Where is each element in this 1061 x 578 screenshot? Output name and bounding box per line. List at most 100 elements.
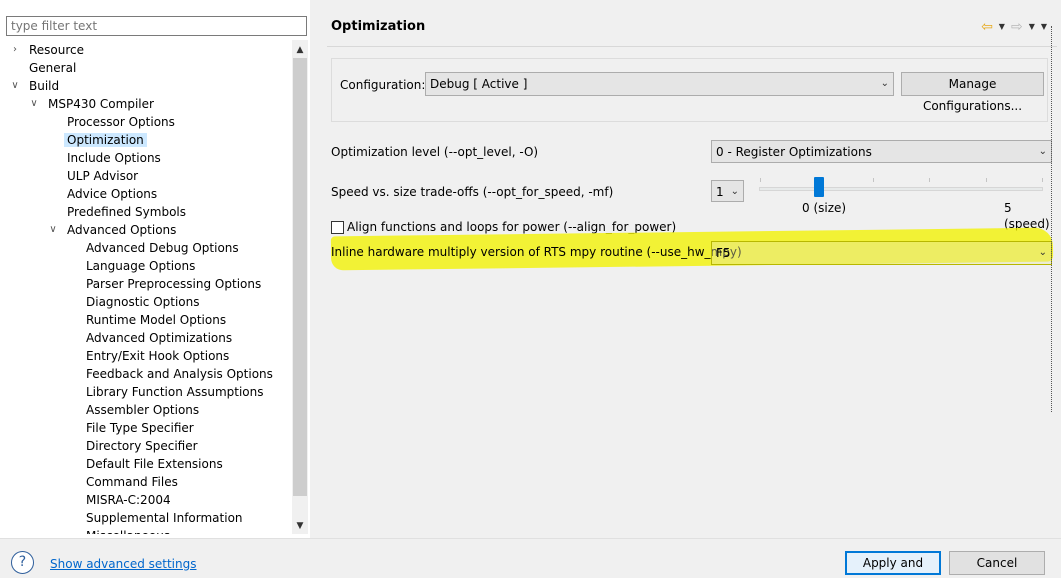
tree-item-label: File Type Specifier bbox=[86, 421, 194, 435]
chevron-down-icon: ⌄ bbox=[1038, 146, 1047, 157]
help-icon[interactable]: ? bbox=[11, 551, 34, 574]
tree-item[interactable]: Assembler Options bbox=[83, 401, 202, 419]
tree-item[interactable]: File Type Specifier bbox=[83, 419, 197, 437]
speed-tradeoff-select[interactable]: 1 ⌄ bbox=[711, 180, 744, 202]
tree-item[interactable]: ∨ MSP430 Compiler bbox=[30, 95, 157, 113]
tree-item-label: Command Files bbox=[86, 475, 178, 489]
hw-mpy-label: Inline hardware multiply version of RTS … bbox=[331, 245, 742, 259]
tree-item-label: Feedback and Analysis Options bbox=[86, 367, 273, 381]
slider-tick bbox=[986, 178, 987, 182]
chevron-down-icon: ⌄ bbox=[880, 78, 889, 89]
chevron-right-icon[interactable]: › bbox=[9, 41, 21, 59]
scroll-up-icon[interactable]: ▲ bbox=[292, 42, 308, 58]
window-edge bbox=[1051, 26, 1054, 412]
optimization-level-select[interactable]: 0 - Register Optimizations ⌄ bbox=[711, 140, 1052, 163]
tree-item-label: Advanced Optimizations bbox=[86, 331, 233, 345]
configuration-group: Configuration: Debug [ Active ] ⌄ Manage… bbox=[331, 58, 1048, 122]
tree-item[interactable]: Command Files bbox=[83, 473, 181, 491]
chevron-down-icon[interactable]: ∨ bbox=[47, 221, 59, 239]
tree-item-label: MISRA-C:2004 bbox=[86, 493, 171, 507]
forward-arrow-icon[interactable]: ⇨ bbox=[1011, 19, 1023, 35]
tree-item-label: Optimization bbox=[64, 133, 147, 147]
chevron-down-icon[interactable]: ∨ bbox=[28, 95, 40, 113]
filter-input[interactable] bbox=[6, 16, 307, 36]
tree-item[interactable]: Parser Preprocessing Options bbox=[83, 275, 264, 293]
chevron-down-icon[interactable]: ∨ bbox=[9, 77, 21, 95]
tree-item[interactable]: Miscellaneous bbox=[83, 527, 173, 534]
tree-item-label: Parser Preprocessing Options bbox=[86, 277, 262, 291]
tree-item[interactable]: Processor Options bbox=[64, 113, 178, 131]
tree-item-label: Processor Options bbox=[67, 115, 175, 129]
tree-item-label: General bbox=[29, 61, 77, 75]
settings-page: Optimization ⇦ ▼ ⇨ ▼ ▼ Configuration: De… bbox=[318, 0, 1061, 538]
tree-item[interactable]: Directory Specifier bbox=[83, 437, 201, 455]
configuration-value: Debug [ Active ] bbox=[430, 77, 528, 91]
tree-item-label: ULP Advisor bbox=[67, 169, 139, 183]
tree-item-label: Build bbox=[29, 79, 60, 93]
tree-item-label: Default File Extensions bbox=[86, 457, 223, 471]
slider-tick bbox=[873, 178, 874, 182]
manage-configurations-button[interactable]: Manage Configurations... bbox=[901, 72, 1044, 113]
preferences-tree-pane: ›ResourceGeneral∨Build∨MSP430 CompilerPr… bbox=[0, 0, 310, 538]
pane-divider[interactable] bbox=[310, 0, 318, 538]
page-title: Optimization bbox=[331, 19, 426, 34]
tree-item[interactable]: Advanced Debug Options bbox=[83, 239, 242, 257]
chevron-down-icon: ⌄ bbox=[1038, 247, 1047, 258]
tree-item[interactable]: Advanced Optimizations bbox=[83, 329, 235, 347]
tree-item[interactable]: Feedback and Analysis Options bbox=[83, 365, 276, 383]
dialog-button-bar: ? Show advanced settings Apply and Close… bbox=[0, 538, 1061, 578]
back-arrow-icon[interactable]: ⇦ bbox=[981, 19, 993, 35]
tree-item-label: Assembler Options bbox=[86, 403, 200, 417]
tree-item[interactable]: Advice Options bbox=[64, 185, 160, 203]
tree-item[interactable]: Language Options bbox=[83, 257, 198, 275]
optimization-level-label: Optimization level (--opt_level, -O) bbox=[331, 145, 539, 159]
tree-item[interactable]: ∨ Build bbox=[11, 77, 62, 95]
tree-item-label: Supplemental Information bbox=[86, 511, 243, 525]
configuration-select[interactable]: Debug [ Active ] ⌄ bbox=[425, 72, 894, 96]
tree-item[interactable]: Optimization bbox=[64, 131, 147, 149]
apply-and-close-button[interactable]: Apply and Close bbox=[845, 551, 941, 575]
tree-item[interactable]: Include Options bbox=[64, 149, 164, 167]
tree-item-label: Advanced Debug Options bbox=[86, 241, 239, 255]
tree-item-label: Language Options bbox=[86, 259, 196, 273]
forward-dropdown-icon[interactable]: ▼ bbox=[1029, 19, 1035, 35]
slider-thumb[interactable] bbox=[814, 177, 824, 197]
tree-item[interactable]: Runtime Model Options bbox=[83, 311, 229, 329]
tree-item[interactable]: Supplemental Information bbox=[83, 509, 246, 527]
tree-item-label: MSP430 Compiler bbox=[48, 97, 154, 111]
tree-item[interactable]: MISRA-C:2004 bbox=[83, 491, 174, 509]
tree-item-label: Library Function Assumptions bbox=[86, 385, 264, 399]
slider-tick bbox=[1042, 178, 1043, 182]
configuration-label: Configuration: bbox=[340, 78, 426, 92]
slider-track bbox=[759, 178, 1043, 191]
tree-item[interactable]: Default File Extensions bbox=[83, 455, 226, 473]
slider-tick bbox=[760, 178, 761, 182]
tree-item[interactable]: Predefined Symbols bbox=[64, 203, 189, 221]
view-menu-icon[interactable]: ▼ bbox=[1041, 19, 1047, 35]
back-dropdown-icon[interactable]: ▼ bbox=[999, 19, 1005, 35]
tree-item-label: Diagnostic Options bbox=[86, 295, 200, 309]
tree-item-label: Resource bbox=[29, 43, 85, 57]
tree-item[interactable]: ULP Advisor bbox=[64, 167, 141, 185]
tree-item[interactable]: Diagnostic Options bbox=[83, 293, 203, 311]
tree-item[interactable]: Library Function Assumptions bbox=[83, 383, 267, 401]
tree-item[interactable]: Entry/Exit Hook Options bbox=[83, 347, 232, 365]
slider-min-label: 0 (size) bbox=[802, 201, 847, 215]
show-advanced-settings-link[interactable]: Show advanced settings bbox=[50, 556, 197, 572]
scroll-down-icon[interactable]: ▼ bbox=[292, 518, 308, 534]
tree-item-label: Include Options bbox=[67, 151, 161, 165]
hw-mpy-select[interactable]: F5 ⌄ bbox=[711, 241, 1052, 265]
scrollbar-thumb[interactable] bbox=[293, 58, 307, 496]
tree-item[interactable]: General bbox=[26, 59, 79, 77]
tree-item[interactable]: › Resource bbox=[13, 41, 87, 59]
settings-tree: › Resource General ∨ Build ∨ MSP430 Compiler Pr… bbox=[0, 40, 292, 534]
align-for-power-checkbox[interactable] bbox=[331, 221, 344, 234]
tree-item-label: Predefined Symbols bbox=[67, 205, 187, 219]
title-separator bbox=[327, 46, 1057, 47]
tree-item-label: Advanced Options bbox=[67, 223, 177, 237]
tree-item[interactable]: ∨ Advanced Options bbox=[49, 221, 179, 239]
tree-item-label: Entry/Exit Hook Options bbox=[86, 349, 230, 363]
tree-scrollbar[interactable]: ▲ ▼ bbox=[292, 40, 308, 534]
cancel-button[interactable]: Cancel bbox=[949, 551, 1045, 575]
slider-tick bbox=[929, 178, 930, 182]
